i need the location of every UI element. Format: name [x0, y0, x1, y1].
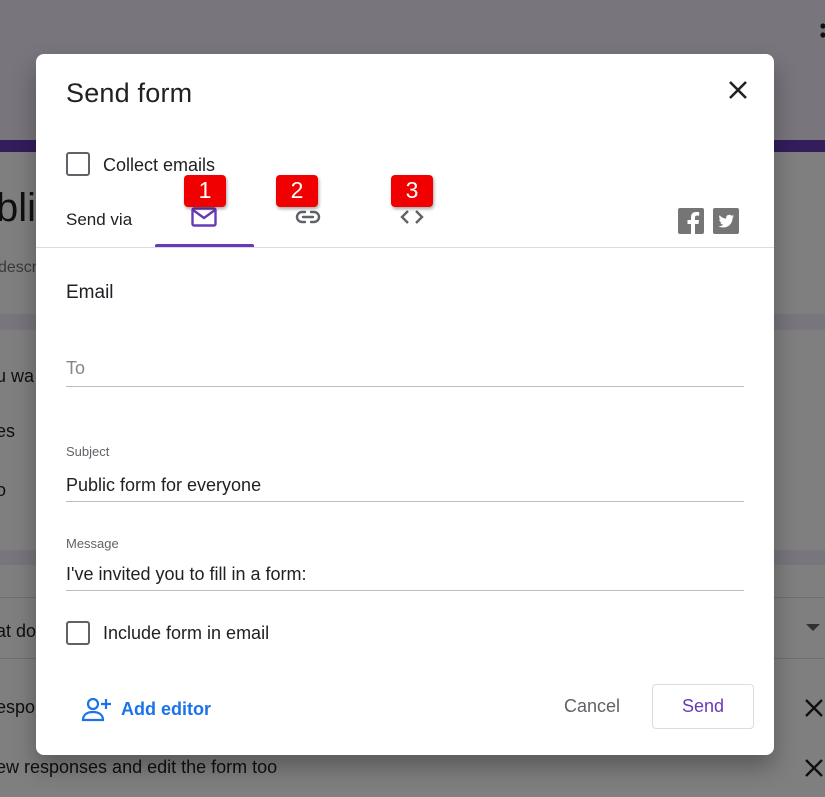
- field-underline: [66, 501, 744, 502]
- add-editor-label: Add editor: [121, 699, 211, 719]
- dialog-title: Send form: [66, 78, 193, 108]
- to-field[interactable]: To: [66, 350, 744, 387]
- to-placeholder: To: [66, 358, 86, 378]
- field-underline: [66, 590, 744, 591]
- subject-label: Subject: [66, 444, 110, 459]
- send-button[interactable]: Send: [652, 684, 754, 729]
- send-via-label: Send via: [66, 210, 133, 229]
- facebook-icon[interactable]: [678, 208, 704, 234]
- mail-icon: [191, 207, 217, 227]
- field-underline: [66, 386, 744, 387]
- section-title: Email: [66, 282, 114, 303]
- cancel-button[interactable]: Cancel: [550, 684, 634, 728]
- tab-divider: [36, 247, 774, 248]
- close-icon[interactable]: [724, 76, 752, 104]
- badge-1: 1: [184, 175, 226, 207]
- add-person-icon: [81, 697, 111, 722]
- collect-emails-checkbox[interactable]: [66, 152, 90, 176]
- message-field[interactable]: Message I've invited you to fill in a fo…: [66, 534, 744, 591]
- include-form-checkbox[interactable]: [66, 621, 90, 645]
- twitter-icon[interactable]: [713, 208, 739, 234]
- subject-field[interactable]: Subject Public form for everyone: [66, 442, 744, 502]
- badge-3: 3: [391, 175, 433, 207]
- include-form-label: Include form in email: [103, 623, 270, 643]
- code-icon: [400, 210, 424, 224]
- link-icon: [295, 210, 321, 224]
- send-form-dialog: Send form Collect emails Send via 1 2 3 …: [36, 54, 774, 755]
- badge-2: 2: [276, 175, 318, 207]
- subject-value: Public form for everyone: [66, 475, 262, 495]
- collect-emails-label: Collect emails: [103, 155, 216, 175]
- message-value: I've invited you to fill in a form:: [66, 564, 307, 584]
- message-label: Message: [66, 536, 119, 551]
